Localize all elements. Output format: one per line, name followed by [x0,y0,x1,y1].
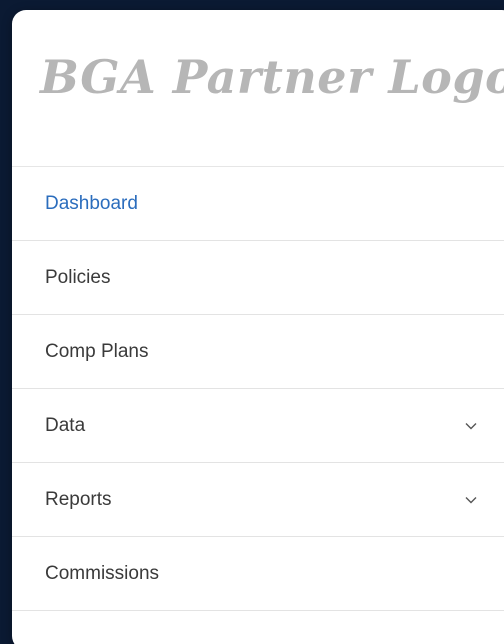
logo-area: BGA Partner Logo [12,10,504,167]
sidebar-item-label: Reports [45,488,112,510]
sidebar-item-label: Policies [45,266,111,288]
sidebar-nav: Dashboard Policies Comp Plans Data Repor… [12,167,504,611]
sidebar-item-label: Comp Plans [45,340,149,362]
sidebar-item-commissions[interactable]: Commissions [12,537,504,611]
sidebar-item-policies[interactable]: Policies [12,241,504,315]
sidebar-item-data[interactable]: Data [12,389,504,463]
sidebar-item-label: Data [45,414,86,436]
chevron-down-icon[interactable] [464,419,478,433]
sidebar-item-dashboard[interactable]: Dashboard [12,167,504,241]
sidebar-item-label: Dashboard [45,192,138,214]
partner-logo[interactable]: BGA Partner Logo [40,50,504,104]
sidebar-item-label: Commissions [45,562,160,584]
sidebar-item-reports[interactable]: Reports [12,463,504,537]
sidebar-panel: BGA Partner Logo Dashboard Policies Comp… [12,10,504,644]
chevron-down-icon[interactable] [464,493,478,507]
sidebar-item-comp-plans[interactable]: Comp Plans [12,315,504,389]
